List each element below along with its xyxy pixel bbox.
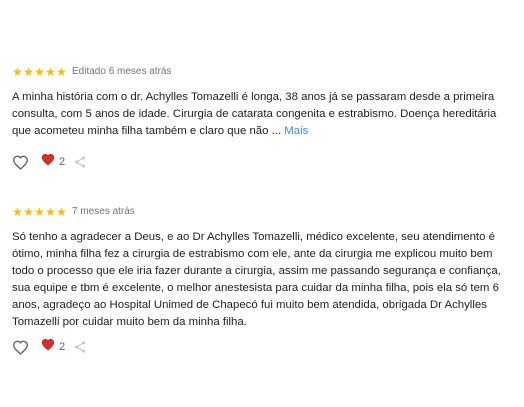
more-link[interactable]: Mais xyxy=(284,125,308,137)
reaction-count: 2 xyxy=(59,156,66,168)
review-card: ★ ★ ★ ★ ★ Editado 6 meses atrás A minha … xyxy=(12,65,512,170)
share-icon[interactable] xyxy=(73,155,87,169)
review-body: A minha história com o dr. Achylles Toma… xyxy=(12,91,497,137)
share-icon[interactable] xyxy=(73,340,87,354)
star-rating: ★ ★ ★ ★ ★ xyxy=(12,205,67,219)
star-icon: ★ xyxy=(56,205,67,219)
review-text: A minha história com o dr. Achylles Toma… xyxy=(12,89,512,140)
review-timestamp: Editado 6 meses atrás xyxy=(72,66,172,77)
heart-outline-icon[interactable] xyxy=(12,340,29,355)
review-actions: 2 xyxy=(12,153,87,171)
star-icon: ★ xyxy=(12,65,23,79)
reaction-group[interactable]: 2 xyxy=(41,338,65,356)
star-icon: ★ xyxy=(23,205,34,219)
review-meta: ★ ★ ★ ★ ★ 7 meses atrás xyxy=(12,205,512,219)
review-text: Só tenho a agradecer a Deus, e ao Dr Ach… xyxy=(12,231,501,328)
star-icon: ★ xyxy=(23,65,34,79)
review-timestamp: 7 meses atrás xyxy=(72,206,135,217)
heart-outline-icon[interactable] xyxy=(12,155,29,170)
star-icon: ★ xyxy=(34,65,45,79)
star-rating: ★ ★ ★ ★ ★ xyxy=(12,65,67,79)
star-icon: ★ xyxy=(56,65,67,79)
reaction-count: 2 xyxy=(59,341,66,353)
star-icon: ★ xyxy=(45,65,56,79)
star-icon: ★ xyxy=(45,205,56,219)
star-icon: ★ xyxy=(34,205,45,219)
red-heart-icon xyxy=(41,153,55,171)
review-card: ★ ★ ★ ★ ★ 7 meses atrás Só tenho a agrad… xyxy=(12,205,512,355)
reaction-group[interactable]: 2 xyxy=(41,153,65,171)
red-heart-icon xyxy=(41,338,55,356)
review-meta: ★ ★ ★ ★ ★ Editado 6 meses atrás xyxy=(12,65,512,79)
review-actions: 2 xyxy=(12,338,87,356)
star-icon: ★ xyxy=(12,205,23,219)
